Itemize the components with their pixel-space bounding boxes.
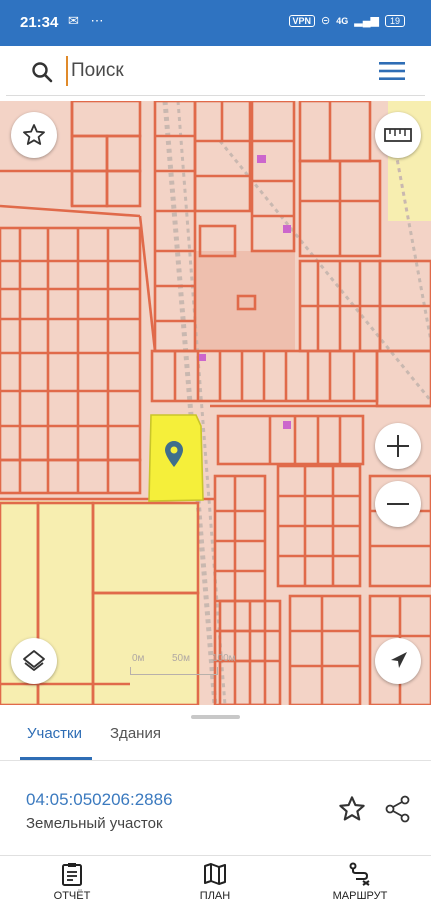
status-right: VPN ⊝ 4G ▂▄▆ 19 <box>288 14 405 27</box>
nav-report[interactable]: ОТЧЁТ <box>27 862 117 902</box>
notification-icons: ✉ ⋯ <box>68 13 108 28</box>
location-pin-icon[interactable] <box>165 441 183 467</box>
map-plan-icon <box>204 863 226 885</box>
zoom-in-button[interactable] <box>375 423 421 469</box>
scale-bar <box>130 667 218 675</box>
report-icon <box>62 863 82 886</box>
scale-label-0: 0м <box>132 653 145 664</box>
measure-button[interactable] <box>375 112 421 158</box>
status-bar: 21:34 ✉ ⋯ VPN ⊝ 4G ▂▄▆ 19 <box>0 0 431 46</box>
tab-parcels[interactable]: Участки <box>27 725 82 742</box>
navigation-arrow-icon <box>391 652 407 668</box>
nav-plan[interactable]: ПЛАН <box>170 862 260 902</box>
layers-button[interactable] <box>11 638 57 684</box>
status-time: 21:34 <box>20 14 59 31</box>
network-type: 4G <box>336 15 349 26</box>
tab-divider <box>0 760 431 761</box>
cadastral-map <box>0 101 431 705</box>
link-icon: ⊝ <box>321 15 331 27</box>
add-favorite-star-icon[interactable] <box>338 795 366 823</box>
scale-label-50: 50м <box>172 653 190 664</box>
nav-report-label: ОТЧЁТ <box>53 890 91 902</box>
scale-label-100: 100м <box>212 653 236 664</box>
nav-plan-label: ПЛАН <box>199 890 231 902</box>
nav-route-label: МАРШРУТ <box>332 890 388 902</box>
my-location-button[interactable] <box>375 638 421 684</box>
nav-route[interactable]: МАРШРУТ <box>315 862 405 902</box>
share-icon[interactable] <box>385 795 411 823</box>
search-input[interactable] <box>66 56 386 86</box>
layers-icon <box>23 650 45 671</box>
star-outline-icon <box>23 124 45 145</box>
map-view[interactable]: 0м 50м 100м <box>0 101 431 705</box>
search-bar <box>6 46 425 96</box>
bottom-navigation: ОТЧЁТ ПЛАН МАРШРУТ <box>0 855 431 910</box>
search-icon[interactable] <box>30 60 54 84</box>
signal-icon: ▂▄▆ <box>354 15 379 27</box>
parcel-type: Земельный участок <box>26 815 163 832</box>
vpn-badge: VPN <box>288 14 316 27</box>
battery-level: 19 <box>384 14 405 27</box>
info-panel: Участки Здания 04:05:050206:2886 Земельн… <box>0 705 431 855</box>
minus-icon <box>387 503 409 505</box>
menu-icon[interactable] <box>379 61 405 81</box>
map-scale: 0м 50м 100м <box>126 653 246 683</box>
route-icon <box>349 862 370 886</box>
favorites-button[interactable] <box>11 112 57 158</box>
drag-handle[interactable] <box>191 715 240 719</box>
plus-icon <box>387 435 409 457</box>
ruler-icon <box>384 128 412 142</box>
tab-buildings[interactable]: Здания <box>110 725 161 742</box>
zoom-out-button[interactable] <box>375 481 421 527</box>
cadastral-number-link[interactable]: 04:05:050206:2886 <box>26 790 173 810</box>
